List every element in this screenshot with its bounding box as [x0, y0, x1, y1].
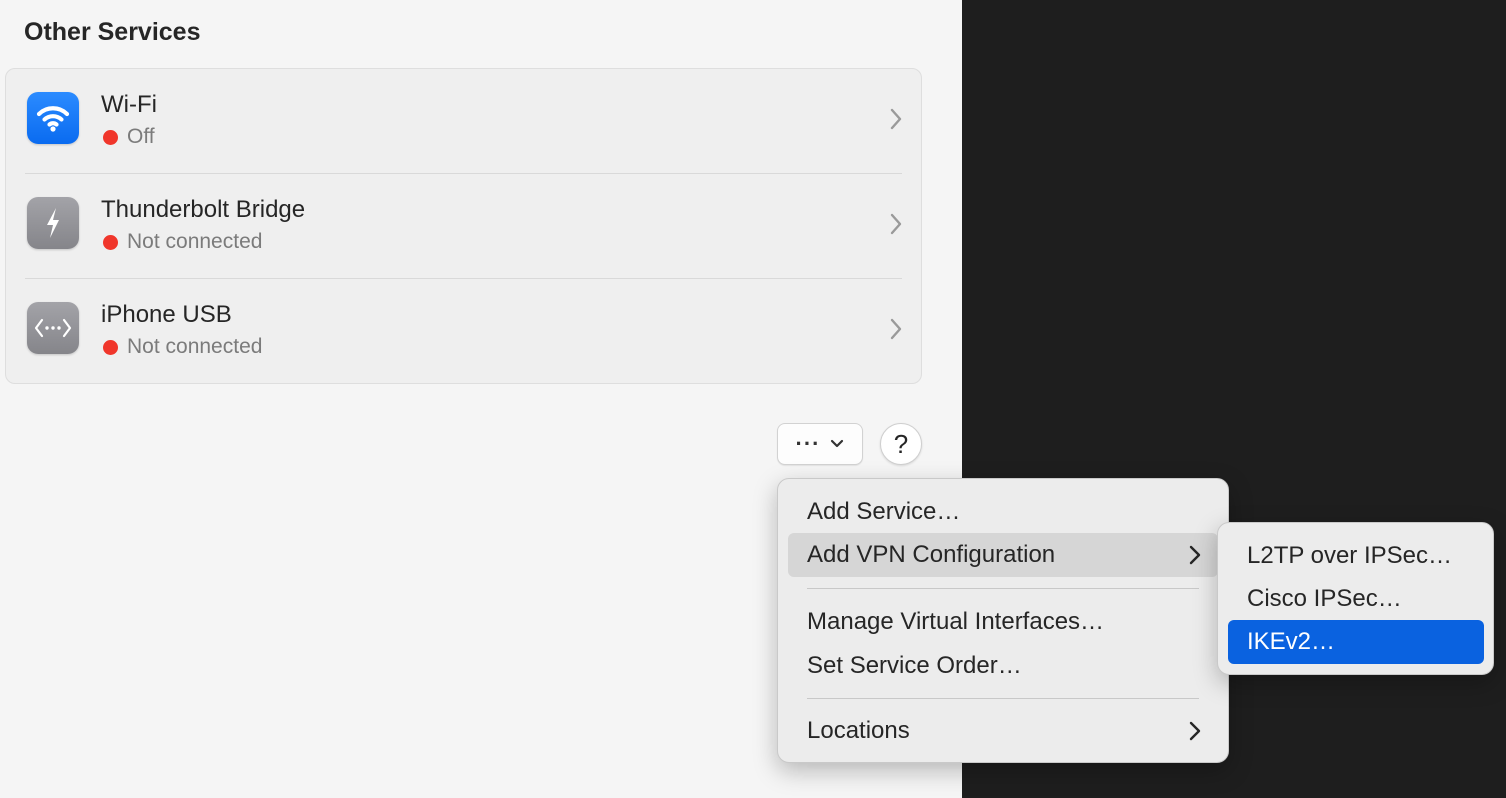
- menu-item-label: Set Service Order…: [807, 652, 1022, 679]
- chevron-down-icon: [831, 439, 844, 448]
- menu-item-label: Manage Virtual Interfaces…: [807, 608, 1105, 635]
- menu-item-add-vpn-configuration[interactable]: Add VPN Configuration: [788, 533, 1218, 577]
- vpn-submenu: L2TP over IPSec… Cisco IPSec… IKEv2…: [1217, 522, 1494, 675]
- status-dot-icon: [103, 234, 118, 250]
- status-dot-icon: [103, 339, 118, 355]
- submenu-arrow-icon: [1189, 545, 1201, 565]
- menu-item-locations[interactable]: Locations: [788, 709, 1218, 753]
- action-menu-button[interactable]: ···: [777, 423, 863, 465]
- service-status: Off: [103, 125, 155, 149]
- menu-item-label: Add VPN Configuration: [807, 541, 1056, 568]
- service-status-label: Not connected: [127, 230, 263, 253]
- menu-item-add-service[interactable]: Add Service…: [788, 490, 1218, 534]
- menu-separator: [807, 588, 1199, 589]
- submenu-arrow-icon: [1189, 721, 1201, 741]
- chevron-right-icon: [890, 108, 902, 130]
- menu-separator: [807, 698, 1199, 699]
- iphone-usb-icon: [27, 302, 79, 354]
- service-status-label: Off: [127, 125, 155, 148]
- service-row-iphone-usb[interactable]: iPhone USB Not connected: [6, 279, 921, 384]
- help-button[interactable]: ?: [880, 423, 922, 465]
- menu-item-label: Cisco IPSec…: [1247, 585, 1402, 612]
- submenu-item-ikev2[interactable]: IKEv2…: [1228, 620, 1484, 664]
- service-status: Not connected: [103, 335, 262, 359]
- section-title: Other Services: [24, 18, 201, 46]
- menu-item-label: Add Service…: [807, 498, 961, 525]
- more-icon: ···: [795, 431, 821, 456]
- service-status-label: Not connected: [127, 335, 263, 358]
- chevron-right-icon: [890, 213, 902, 235]
- submenu-item-l2tp[interactable]: L2TP over IPSec…: [1228, 534, 1484, 578]
- menu-item-label: L2TP over IPSec…: [1247, 542, 1452, 569]
- menu-item-label: IKEv2…: [1247, 628, 1336, 655]
- service-name: Thunderbolt Bridge: [101, 196, 306, 223]
- menu-item-set-service-order[interactable]: Set Service Order…: [788, 644, 1218, 688]
- menu-item-label: Locations: [807, 717, 910, 744]
- wifi-icon: [27, 92, 79, 144]
- action-dropdown-menu: Add Service… Add VPN Configuration Manag…: [777, 478, 1229, 763]
- service-status: Not connected: [103, 230, 262, 254]
- menu-item-manage-virtual-interfaces[interactable]: Manage Virtual Interfaces…: [788, 600, 1218, 644]
- status-dot-icon: [103, 129, 118, 145]
- chevron-right-icon: [890, 318, 902, 340]
- service-row-wifi[interactable]: Wi-Fi Off: [6, 69, 921, 174]
- service-name: Wi-Fi: [101, 91, 157, 118]
- submenu-item-cisco-ipsec[interactable]: Cisco IPSec…: [1228, 577, 1484, 621]
- service-row-thunderbolt-bridge[interactable]: Thunderbolt Bridge Not connected: [6, 174, 921, 279]
- service-name: iPhone USB: [101, 301, 232, 328]
- service-list: Wi-Fi Off Thunderbolt Bridge Not connect…: [5, 68, 922, 384]
- thunderbolt-icon: [27, 197, 79, 249]
